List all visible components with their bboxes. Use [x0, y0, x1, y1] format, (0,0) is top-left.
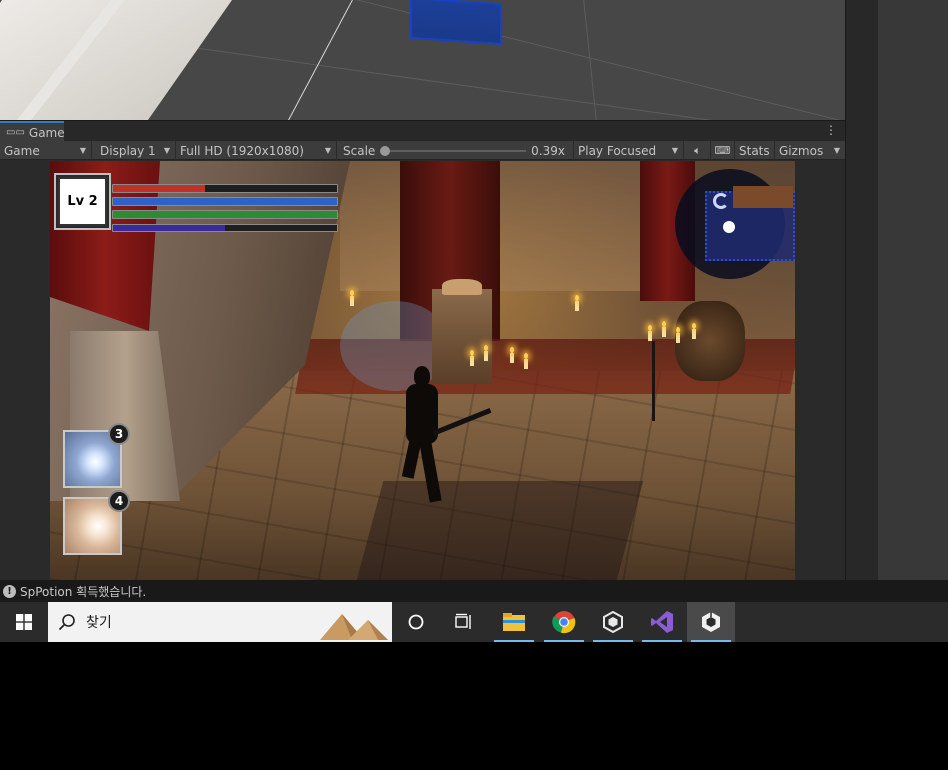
status-message: SpPotion 획득했습니다.	[20, 584, 147, 599]
scene-selected-object[interactable]	[409, 0, 503, 46]
display-dropdown[interactable]: Display 1 ▼	[96, 141, 176, 160]
more-options-icon[interactable]: ⋮	[825, 123, 837, 137]
candle	[676, 327, 680, 343]
play-mode-dropdown[interactable]: Play Focused ▼	[574, 141, 684, 160]
search-placeholder: 찾기	[86, 615, 112, 631]
start-button[interactable]	[0, 602, 48, 642]
candelabra-stand	[652, 341, 655, 421]
windows-taskbar: 찾기	[0, 602, 948, 642]
scale-value: 0.39x	[531, 143, 565, 158]
cortana-icon	[408, 614, 424, 630]
visual-studio-button[interactable]	[638, 602, 686, 642]
game-tab-bar: ▭▭ Game ⋮	[0, 120, 845, 142]
visual-studio-icon	[651, 611, 673, 633]
mode-dropdown[interactable]: Game ▼	[0, 141, 92, 160]
pyramids-search-highlight-icon	[320, 614, 388, 640]
resolution-dropdown[interactable]: Full HD (1920x1080) ▼	[176, 141, 337, 160]
candle	[648, 325, 652, 341]
keyboard-shortcuts-button[interactable]: ⌨︎	[711, 141, 735, 160]
task-view-button[interactable]	[440, 602, 488, 642]
stamina-bar	[112, 210, 338, 219]
stamina-bar-fill	[113, 211, 337, 218]
play-mode-label: Play Focused	[578, 143, 657, 158]
floor-shadow	[356, 481, 644, 580]
grid-line	[287, 0, 354, 120]
grid-line	[163, 0, 845, 120]
altar-relic	[442, 279, 482, 295]
pedestal	[675, 301, 745, 381]
screen: ▭▭ Game ⋮ Game ▼ Display 1 ▼ Full HD (19…	[0, 0, 948, 770]
gizmos-label: Gizmos	[779, 143, 824, 158]
mode-dropdown-label: Game	[4, 143, 40, 158]
task-view-icon	[455, 613, 471, 629]
candle	[575, 295, 579, 311]
character-leg	[418, 435, 442, 503]
chevron-down-icon: ▼	[833, 146, 840, 155]
candle	[524, 353, 528, 369]
scale-label: Scale	[343, 143, 376, 158]
file-explorer-button[interactable]	[490, 602, 538, 642]
candle	[470, 350, 474, 366]
grid-line	[124, 37, 845, 120]
character-head	[414, 366, 430, 386]
player-character	[401, 366, 442, 506]
minimap-corridor	[733, 186, 793, 208]
candle	[484, 345, 488, 361]
exp-bar	[112, 224, 338, 232]
chrome-icon	[552, 611, 576, 634]
candle	[692, 323, 696, 339]
hp-bar-fill	[113, 185, 205, 192]
minimap-marker-icon	[713, 193, 729, 209]
windows-logo-icon	[16, 614, 32, 630]
chevron-down-icon: ▼	[671, 146, 678, 155]
chevron-down-icon: ▼	[163, 146, 170, 155]
candle	[510, 347, 514, 363]
speaker-icon: 🔈︎	[694, 143, 701, 157]
candle	[662, 321, 666, 337]
game-toolbar: Game ▼ Display 1 ▼ Full HD (1920x1080) ▼…	[0, 141, 845, 160]
gamepad-icon: ▭▭	[6, 127, 25, 138]
unity-hub-icon	[603, 611, 623, 633]
editor-side-panel-right	[878, 0, 948, 580]
stats-label: Stats	[739, 143, 770, 158]
skill-hotkey-badge: 3	[108, 423, 130, 445]
unity-editor-button[interactable]	[687, 602, 735, 642]
taskbar-search-box[interactable]: 찾기	[48, 602, 392, 642]
file-explorer-icon	[503, 613, 525, 631]
mute-audio-button[interactable]: 🔈︎	[685, 141, 711, 160]
stats-button[interactable]: Stats	[735, 141, 775, 160]
resolution-dropdown-label: Full HD (1920x1080)	[180, 143, 304, 158]
chevron-down-icon: ▼	[324, 146, 331, 155]
exp-bar-fill	[113, 225, 225, 231]
console-status-bar[interactable]: ! SpPotion 획득했습니다.	[0, 580, 948, 602]
display-dropdown-label: Display 1	[100, 143, 156, 158]
mp-bar-fill	[113, 198, 337, 205]
black-area	[0, 642, 948, 770]
skill-hotkey-badge: 4	[108, 490, 130, 512]
chrome-button[interactable]	[540, 602, 588, 642]
scale-slider-handle[interactable]	[380, 146, 390, 156]
mp-bar	[112, 197, 338, 206]
editor-side-panel	[845, 0, 878, 580]
chevron-down-icon: ▼	[79, 146, 86, 155]
tab-game-label: Game	[28, 125, 65, 140]
cortana-button[interactable]	[392, 602, 440, 642]
candle	[350, 290, 354, 306]
level-badge: Lv 2	[56, 175, 109, 228]
scene-view[interactable]	[0, 0, 845, 120]
gizmos-dropdown[interactable]: Gizmos ▼	[775, 141, 845, 160]
hp-bar	[112, 184, 338, 193]
unity-hub-button[interactable]	[589, 602, 637, 642]
minimap-player-dot	[723, 221, 735, 233]
search-icon	[58, 614, 75, 631]
scale-slider-track[interactable]	[382, 150, 526, 152]
minimap	[675, 161, 795, 279]
info-icon: !	[3, 584, 16, 598]
tab-game[interactable]: ▭▭ Game	[0, 121, 65, 142]
unity-editor-icon	[702, 612, 720, 632]
keyboard-icon: ⌨︎	[714, 144, 731, 157]
